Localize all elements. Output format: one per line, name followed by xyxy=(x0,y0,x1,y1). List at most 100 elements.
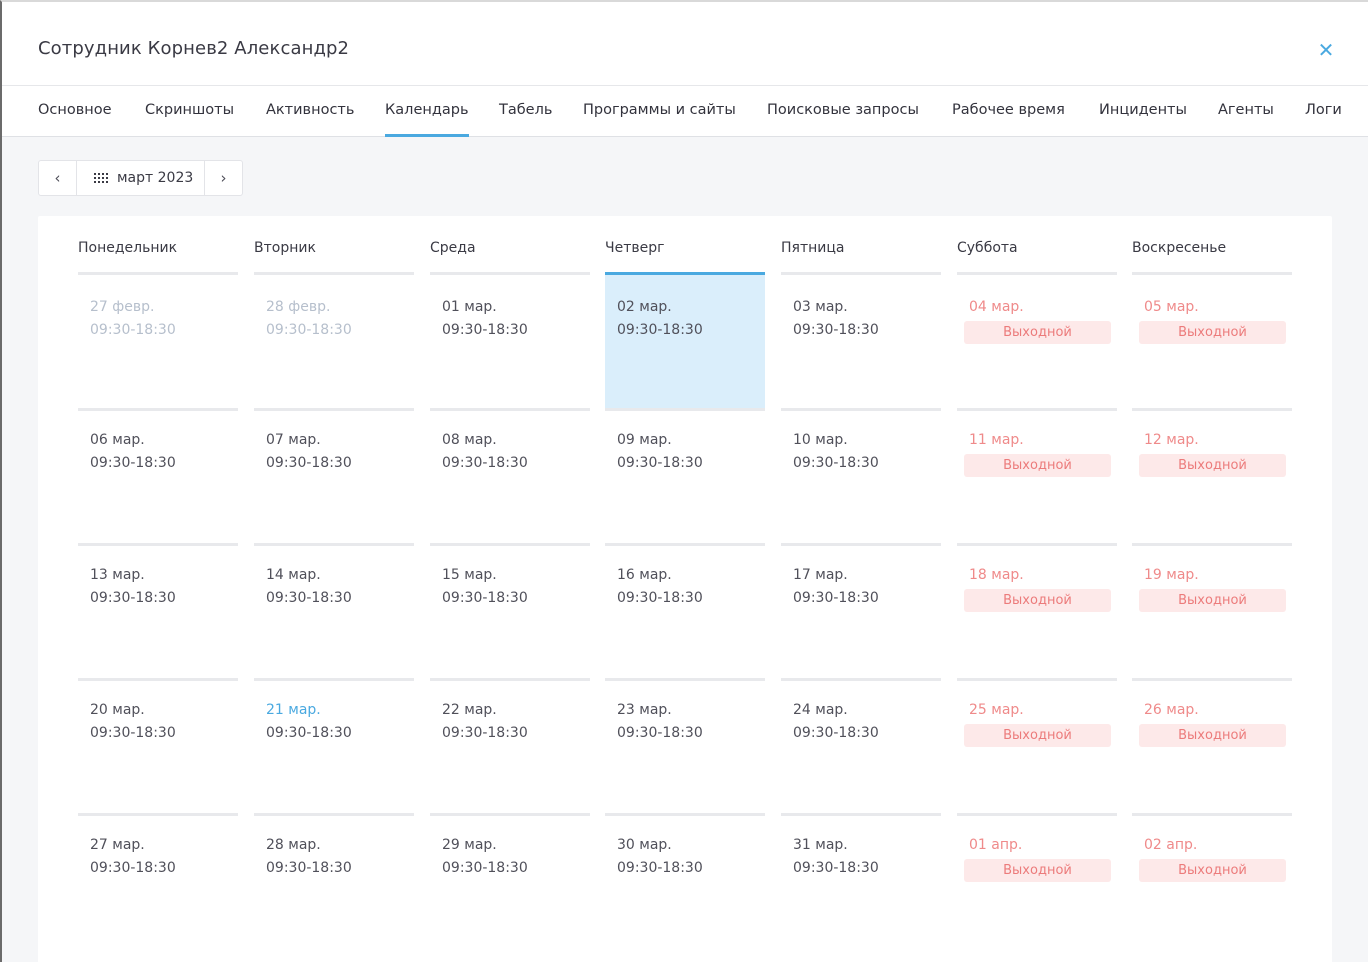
day-date: 04 мар. xyxy=(969,299,1024,315)
calendar-day-cell[interactable]: 02 мар. 09:30-18:30 xyxy=(605,275,765,410)
day-date: 13 мар. xyxy=(90,567,145,583)
calendar-day-cell[interactable]: 28 мар. 09:30-18:30 xyxy=(254,813,414,948)
day-date: 06 мар. xyxy=(90,432,145,448)
day-date: 27 мар. xyxy=(90,837,145,853)
calendar-day-cell[interactable]: 28 февр. 09:30-18:30 xyxy=(254,275,414,410)
tab-8[interactable]: Рабочее время xyxy=(952,102,1065,137)
calendar-day-cell[interactable]: 01 апр. Выходной xyxy=(957,813,1117,948)
day-hours: 09:30-18:30 xyxy=(617,860,703,876)
month-label: март 2023 xyxy=(117,170,194,186)
dayoff-badge: Выходной xyxy=(1139,724,1286,747)
day-hours: 09:30-18:30 xyxy=(266,860,352,876)
day-date: 05 мар. xyxy=(1144,299,1199,315)
calendar-day-cell[interactable]: 29 мар. 09:30-18:30 xyxy=(430,813,590,948)
day-hours: 09:30-18:30 xyxy=(617,455,703,471)
calendar-day-cell[interactable]: 22 мар. 09:30-18:30 xyxy=(430,678,590,813)
day-date: 24 мар. xyxy=(793,702,848,718)
day-date: 09 мар. xyxy=(617,432,672,448)
calendar-day-cell[interactable]: 30 мар. 09:30-18:30 xyxy=(605,813,765,948)
day-hours: 09:30-18:30 xyxy=(793,322,879,338)
day-date: 16 мар. xyxy=(617,567,672,583)
tab-11[interactable]: Логи xyxy=(1305,102,1342,137)
tab-9[interactable]: Инциденты xyxy=(1099,102,1187,137)
calendar-day-cell[interactable]: 19 мар. Выходной xyxy=(1132,543,1292,678)
day-hours: 09:30-18:30 xyxy=(90,860,176,876)
day-hours: 09:30-18:30 xyxy=(617,725,703,741)
calendar-day-cell[interactable]: 03 мар. 09:30-18:30 xyxy=(781,275,941,410)
calendar-day-cell[interactable]: 02 апр. Выходной xyxy=(1132,813,1292,948)
day-date: 07 мар. xyxy=(266,432,321,448)
weekday-header: Суббота xyxy=(957,240,1018,256)
modal-title: Сотрудник Корнев2 Александр2 xyxy=(38,38,350,59)
tab-3[interactable]: Активность xyxy=(266,102,354,137)
modal-header: Сотрудник Корнев2 Александр2 ✕ xyxy=(2,2,1368,86)
weekday-header: Воскресенье xyxy=(1132,240,1227,256)
calendar-day-cell[interactable]: 21 мар. 09:30-18:30 xyxy=(254,678,414,813)
dayoff-badge: Выходной xyxy=(964,859,1111,882)
tab-6[interactable]: Программы и сайты xyxy=(583,102,736,137)
calendar-day-cell[interactable]: 16 мар. 09:30-18:30 xyxy=(605,543,765,678)
day-date: 08 мар. xyxy=(442,432,497,448)
day-date: 31 мар. xyxy=(793,837,848,853)
tab-10[interactable]: Агенты xyxy=(1218,102,1274,137)
month-navigator: ‹ март 2023 › xyxy=(38,160,243,196)
calendar-day-cell[interactable]: 12 мар. Выходной xyxy=(1132,408,1292,543)
dayoff-badge: Выходной xyxy=(1139,589,1286,612)
chevron-left-icon[interactable]: ‹ xyxy=(39,161,77,195)
day-hours: 09:30-18:30 xyxy=(442,860,528,876)
weekday-header: Вторник xyxy=(254,240,316,256)
calendar-day-cell[interactable]: 08 мар. 09:30-18:30 xyxy=(430,408,590,543)
calendar-day-cell[interactable]: 07 мар. 09:30-18:30 xyxy=(254,408,414,543)
calendar-day-cell[interactable]: 18 мар. Выходной xyxy=(957,543,1117,678)
tab-4[interactable]: Календарь xyxy=(385,102,469,137)
calendar-day-cell[interactable]: 11 мар. Выходной xyxy=(957,408,1117,543)
weekday-header: Пятница xyxy=(781,240,845,256)
calendar-day-cell[interactable]: 04 мар. Выходной xyxy=(957,275,1117,410)
day-hours: 09:30-18:30 xyxy=(793,860,879,876)
day-hours: 09:30-18:30 xyxy=(90,590,176,606)
day-date: 02 мар. xyxy=(617,299,672,315)
tab-2[interactable]: Скриншоты xyxy=(145,102,234,137)
tab-bar: Основное Скриншоты Активность Календарь Табе… xyxy=(2,86,1368,137)
day-date: 29 мар. xyxy=(442,837,497,853)
calendar-day-cell[interactable]: 25 мар. Выходной xyxy=(957,678,1117,813)
day-date: 01 апр. xyxy=(969,837,1023,853)
tab-5[interactable]: Табель xyxy=(499,102,552,137)
day-hours: 09:30-18:30 xyxy=(793,455,879,471)
calendar-day-cell[interactable]: 26 мар. Выходной xyxy=(1132,678,1292,813)
day-date: 22 мар. xyxy=(442,702,497,718)
dayoff-badge: Выходной xyxy=(1139,454,1286,477)
calendar-day-cell[interactable]: 24 мар. 09:30-18:30 xyxy=(781,678,941,813)
dayoff-badge: Выходной xyxy=(1139,321,1286,344)
calendar-day-cell[interactable]: 10 мар. 09:30-18:30 xyxy=(781,408,941,543)
day-date: 20 мар. xyxy=(90,702,145,718)
calendar-day-cell[interactable]: 23 мар. 09:30-18:30 xyxy=(605,678,765,813)
calendar-day-cell[interactable]: 15 мар. 09:30-18:30 xyxy=(430,543,590,678)
month-picker-button[interactable]: март 2023 xyxy=(78,161,203,195)
day-date: 10 мар. xyxy=(793,432,848,448)
tab-7[interactable]: Поисковые запросы xyxy=(767,102,919,137)
tab-1[interactable]: Основное xyxy=(38,102,112,137)
chevron-right-icon[interactable]: › xyxy=(204,161,242,195)
calendar-day-cell[interactable]: 20 мар. 09:30-18:30 xyxy=(78,678,238,813)
close-icon[interactable]: ✕ xyxy=(1314,38,1338,62)
dayoff-badge: Выходной xyxy=(1139,859,1286,882)
calendar-day-cell[interactable]: 09 мар. 09:30-18:30 xyxy=(605,408,765,543)
dayoff-badge: Выходной xyxy=(964,589,1111,612)
calendar-day-cell[interactable]: 17 мар. 09:30-18:30 xyxy=(781,543,941,678)
calendar-day-cell[interactable]: 13 мар. 09:30-18:30 xyxy=(78,543,238,678)
day-date: 25 мар. xyxy=(969,702,1024,718)
calendar-day-cell[interactable]: 27 февр. 09:30-18:30 xyxy=(78,275,238,410)
day-date: 27 февр. xyxy=(90,299,155,315)
day-hours: 09:30-18:30 xyxy=(793,725,879,741)
calendar-day-cell[interactable]: 27 мар. 09:30-18:30 xyxy=(78,813,238,948)
day-date: 28 мар. xyxy=(266,837,321,853)
calendar-day-cell[interactable]: 14 мар. 09:30-18:30 xyxy=(254,543,414,678)
calendar-day-cell[interactable]: 05 мар. Выходной xyxy=(1132,275,1292,410)
calendar-day-cell[interactable]: 01 мар. 09:30-18:30 xyxy=(430,275,590,410)
day-date: 18 мар. xyxy=(969,567,1024,583)
day-date: 26 мар. xyxy=(1144,702,1199,718)
day-hours: 09:30-18:30 xyxy=(266,455,352,471)
calendar-day-cell[interactable]: 06 мар. 09:30-18:30 xyxy=(78,408,238,543)
calendar-day-cell[interactable]: 31 мар. 09:30-18:30 xyxy=(781,813,941,948)
